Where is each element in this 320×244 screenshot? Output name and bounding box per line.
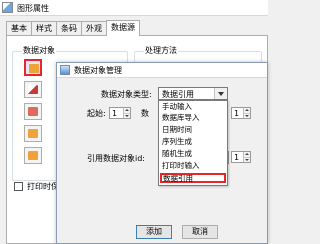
edit-data-object-button[interactable] <box>24 59 42 76</box>
data-object-manager-dialog: 数据对象管理 数据对象类型: 数据引用 起始: 1 数 1 引用数据对象id: … <box>56 62 268 244</box>
move-up-button[interactable] <box>24 125 42 142</box>
dialog-title: 数据对象管理 <box>74 66 122 75</box>
option-database-import[interactable]: 数据库导入 <box>160 113 226 123</box>
dialog-app-icon <box>60 65 70 75</box>
tab-strip: 基本 样式 条码 外观 数据源 <box>6 20 140 36</box>
option-random[interactable]: 随机生成 <box>160 149 226 159</box>
data-objects-label: 数据对象 <box>22 45 56 56</box>
add-data-object-button[interactable] <box>24 81 42 98</box>
spinner-down-icon[interactable] <box>243 157 250 162</box>
data-object-type-select[interactable]: 数据引用 <box>158 87 228 100</box>
ref-spinner[interactable]: 1 <box>231 151 251 163</box>
add-button[interactable]: 添加 <box>136 225 172 239</box>
cancel-button[interactable]: 取消 <box>182 225 218 239</box>
arrow-up-icon <box>28 129 38 138</box>
tab-basic[interactable]: 基本 <box>6 21 32 36</box>
option-manual-input[interactable]: 手动输入 <box>160 102 226 112</box>
print-checkbox[interactable] <box>14 182 23 191</box>
start-spinner[interactable]: 1 <box>109 107 131 119</box>
tab-barcode[interactable]: 条码 <box>56 21 82 36</box>
edit-icon <box>29 64 39 73</box>
ref-label: 引用数据对象id: <box>87 154 145 163</box>
delete-data-object-button[interactable] <box>24 103 42 120</box>
ref-spinner-value: 1 <box>234 153 240 162</box>
spinner-down-icon[interactable] <box>123 113 130 118</box>
second-spinner[interactable]: 1 <box>231 107 251 119</box>
option-input-on-print[interactable]: 打印时输入 <box>160 161 226 171</box>
delete-icon <box>28 107 38 116</box>
processing-label: 处理方法 <box>144 45 178 56</box>
start-label: 起始: <box>87 109 106 118</box>
move-down-button[interactable] <box>24 147 42 164</box>
spinner-down-icon[interactable] <box>243 113 250 118</box>
start-value: 1 <box>112 109 118 118</box>
dialog-title-bar: 数据对象管理 <box>57 63 267 78</box>
option-date-time[interactable]: 日期时间 <box>160 125 226 135</box>
title-bar: 图形属性 <box>0 0 268 16</box>
type-label: 数据对象类型: <box>101 90 152 99</box>
second-spinner-value: 1 <box>234 109 240 118</box>
option-data-reference[interactable]: 数据引用 <box>160 173 226 183</box>
tab-appearance[interactable]: 外观 <box>81 21 107 36</box>
tab-style[interactable]: 样式 <box>31 21 57 36</box>
arrow-down-icon <box>28 151 38 160</box>
type-dropdown-list: 手动输入 数据库导入 日期时间 序列生成 随机生成 打印时输入 数据引用 <box>158 100 228 186</box>
pencil-icon <box>28 85 38 94</box>
option-sequence[interactable]: 序列生成 <box>160 137 226 147</box>
chevron-down-icon[interactable] <box>214 88 227 99</box>
window-title: 图形属性 <box>17 4 49 13</box>
app-icon <box>2 2 13 13</box>
print-checkbox-label: 打印时保 <box>27 182 59 191</box>
start-label-extra: 数 <box>141 109 149 118</box>
type-select-value: 数据引用 <box>162 90 194 99</box>
tab-data-source[interactable]: 数据源 <box>106 20 140 36</box>
